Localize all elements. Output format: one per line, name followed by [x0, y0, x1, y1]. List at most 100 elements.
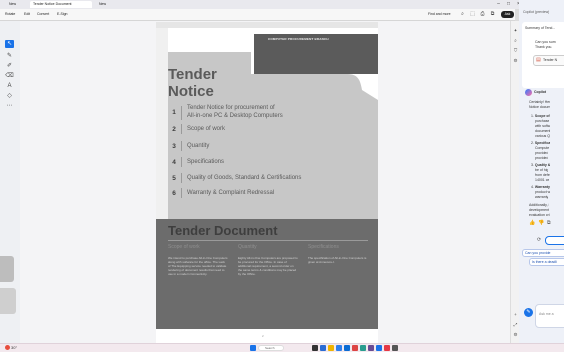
answer-line: Notice docum — [529, 105, 551, 109]
file-explorer-icon[interactable] — [328, 345, 334, 351]
copilot-panel: Copilot (preview) Summary of Tend... Can… — [519, 0, 564, 343]
answer-line: from defe — [535, 173, 550, 177]
find-and-more[interactable]: Find and more — [428, 11, 451, 18]
mail-icon[interactable] — [344, 345, 350, 351]
menu-esign[interactable]: E-Sign — [57, 11, 68, 18]
answer-line: be of hig — [535, 168, 549, 172]
add-icon[interactable]: + — [512, 311, 519, 318]
settings-icon[interactable]: ⚙ — [512, 331, 519, 338]
app-icon[interactable] — [352, 345, 358, 351]
pdf-toolbar: Rotate Edit Convert E-Sign Find and more… — [0, 9, 515, 21]
like-icon[interactable]: 👍 — [529, 220, 535, 226]
overlay-widget — [0, 288, 16, 314]
shapes-icon[interactable]: ◇ — [5, 92, 14, 100]
pdf-page-1: COMPUTER PROCUREMENT BRANCH Tender Notic… — [156, 22, 378, 219]
suggestion-chip[interactable]: Is there a deadli — [529, 258, 564, 267]
weather-temp: 30° — [11, 345, 18, 350]
copilot-icon[interactable]: ✦ — [512, 27, 519, 34]
tab-new-1[interactable]: New — [6, 1, 26, 8]
point-number: 4. — [531, 185, 534, 189]
highlight-icon[interactable]: ✎ — [5, 52, 14, 60]
answer-line: Additionally, i — [529, 203, 550, 207]
search-icon[interactable]: ⌕ — [512, 37, 519, 44]
prompt-summary: Summary of Tend... — [525, 26, 556, 30]
select-cursor-icon[interactable]: ↖ — [5, 40, 14, 48]
tab-label: Tender Notice Document — [33, 2, 72, 6]
shopping-icon[interactable]: ⛉ — [512, 47, 519, 54]
item-divider — [181, 173, 182, 183]
tab-new-2[interactable]: New — [96, 1, 118, 8]
answer-line: with softw — [535, 124, 551, 128]
item-text: All-in-one PC & Desktop Computers — [187, 113, 283, 119]
item-number: 1 — [172, 109, 176, 116]
more-tools-icon[interactable]: ⋯ — [5, 102, 14, 110]
weather-icon[interactable] — [5, 345, 10, 350]
answer-point: 4. Warranty — [531, 185, 550, 189]
page-number: 2 — [262, 334, 264, 338]
column-body: Eighty All-in-One Computers are proposed… — [238, 256, 298, 276]
copy-icon[interactable]: ⧉ — [547, 220, 551, 226]
answer-line: warranty — [535, 195, 549, 199]
minimize-button[interactable]: – — [494, 1, 503, 8]
answer-line: purchase — [535, 119, 550, 123]
print-icon[interactable]: ⎙ — [479, 11, 486, 18]
answer-point: 3. Quality & — [531, 163, 550, 167]
copilot-logo-icon — [525, 89, 532, 96]
ask-copilot-button[interactable]: Ask — [501, 11, 514, 18]
answer-line: provided — [535, 156, 549, 160]
app-icon[interactable] — [392, 345, 398, 351]
answer-line: provided — [535, 151, 549, 155]
app-icon[interactable] — [376, 345, 382, 351]
eraser-icon[interactable]: ⌫ — [5, 72, 14, 80]
chat-input-box[interactable]: Ask me a — [535, 304, 564, 328]
item-text: Tender Notice for procurement of — [187, 105, 275, 111]
edge-icon[interactable] — [320, 345, 326, 351]
menu-edit[interactable]: Edit — [24, 11, 30, 18]
answer-line: Compute — [535, 146, 550, 150]
answer-point: 1. Scope of — [531, 114, 550, 118]
answer-line: product w — [535, 190, 551, 194]
app-icon[interactable] — [360, 345, 366, 351]
item-divider — [181, 141, 182, 151]
text-icon[interactable]: A — [5, 82, 14, 90]
expand-icon[interactable]: ⤢ — [512, 321, 519, 328]
fit-page-icon[interactable]: ⬚ — [469, 11, 476, 18]
task-view-icon[interactable] — [312, 345, 318, 351]
dislike-icon[interactable]: 👎 — [538, 220, 544, 226]
point-number: 3. — [531, 163, 534, 167]
point-title: Quality & — [534, 163, 551, 167]
new-chat-icon[interactable]: ✎ — [524, 308, 533, 317]
item-text: Scope of work — [187, 126, 226, 132]
answer-line: Certainly! Her — [529, 100, 551, 104]
taskbar-search[interactable]: Search — [258, 345, 284, 351]
search-icon[interactable]: ⌕ — [459, 11, 466, 18]
app-icon[interactable] — [368, 345, 374, 351]
menu-rotate[interactable]: Rotate — [5, 11, 15, 18]
refresh-icon[interactable]: ⟳ — [537, 237, 541, 243]
app-icon[interactable] — [384, 345, 390, 351]
column-body: We intend to purchase All-in-One Compute… — [168, 256, 228, 276]
tools-icon[interactable]: ⚙ — [512, 57, 519, 64]
user-message-line: Thank you. — [535, 45, 553, 49]
draw-icon[interactable]: ✐ — [5, 62, 14, 70]
new-topic-button[interactable] — [545, 236, 564, 245]
menu-convert[interactable]: Convert — [37, 11, 49, 18]
suggestion-chip[interactable]: Can you provide — [522, 249, 564, 258]
answer-line: document — [535, 129, 551, 133]
windows-start-icon[interactable] — [250, 345, 256, 351]
item-number: 5 — [172, 175, 176, 182]
column-heading: Specifications — [308, 244, 339, 250]
store-icon[interactable] — [336, 345, 342, 351]
point-title: Warranty — [534, 185, 550, 189]
attached-file-chip[interactable]: ▤ Tender N — [533, 55, 564, 66]
item-divider — [181, 188, 182, 198]
save-icon[interactable]: ⧉ — [489, 11, 496, 18]
tab-tender-notice[interactable]: Tender Notice Document — [30, 1, 92, 8]
maximize-button[interactable]: □ — [504, 1, 513, 8]
doc-title-line2: Notice — [168, 83, 214, 100]
tab-label: New — [9, 2, 17, 6]
overlay-widget — [0, 256, 14, 282]
point-number: 1. — [531, 114, 534, 118]
item-number: 2 — [172, 126, 176, 133]
assistant-name: Copilot — [534, 90, 547, 94]
